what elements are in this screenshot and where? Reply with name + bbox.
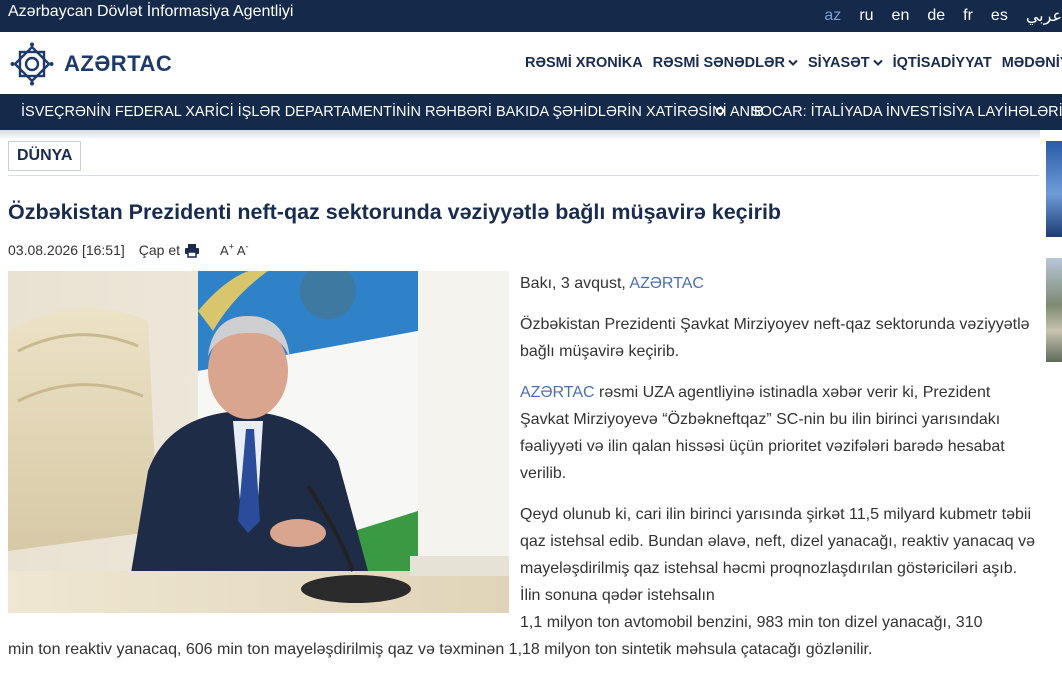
font-size-controls: A+ A- — [220, 242, 249, 258]
lang-ru[interactable]: ru — [859, 7, 873, 25]
nav-medeniyyet[interactable]: MƏDƏNİYYƏT — [1002, 55, 1062, 71]
source-link[interactable]: AZƏRTAC — [520, 384, 595, 401]
nav-label: MƏDƏNİYYƏT — [1001, 55, 1062, 71]
article-body: Bakı, 3 avqust, AZƏRTAC Özbəkistan Prezi… — [8, 270, 1040, 658]
printer-icon — [185, 243, 200, 258]
nav-label: RƏSMİ SƏNƏDLƏR — [652, 55, 786, 71]
agency-name: Azərbaycan Dövlət İnformasiya Agentliyi — [8, 3, 294, 20]
nav-resmi-xronika[interactable]: RƏSMİ XRONİKA — [525, 55, 643, 71]
article-dateline: Bakı, 3 avqust, AZƏRTAC — [520, 270, 1040, 297]
site-header: AZƏRTAC RƏSMİ XRONİKA RƏSMİ SƏNƏDLƏR SİY… — [0, 32, 1062, 94]
sidebar-thumbnail[interactable] — [1046, 258, 1062, 362]
article-photo — [8, 271, 509, 613]
ticker-separator-icon — [716, 107, 724, 115]
article-paragraph: Qeyd olunub ki, cari ilin birinci yarısı… — [8, 501, 1040, 658]
lang-en[interactable]: en — [892, 7, 910, 25]
sidebar-thumbnail[interactable] — [1046, 141, 1062, 237]
ticker-item[interactable]: İSVEÇRƏNİN FEDERAL XARİCİ İŞLƏR DEPARTAM… — [21, 104, 764, 120]
font-increase-button[interactable]: A+ — [220, 242, 234, 259]
font-decrease-button[interactable]: A- — [236, 242, 249, 259]
azertac-emblem-icon — [10, 42, 54, 86]
font-decrease-label: A — [236, 243, 246, 259]
article-datetime: 03.08.2026 [16:51] — [8, 242, 125, 258]
language-switcher: az ru en de fr es عربي — [806, 0, 1062, 32]
article-title: Özbəkistan Prezidenti neft-qaz sektorund… — [8, 200, 782, 224]
main-nav: RƏSMİ XRONİKA RƏSMİ SƏNƏDLƏR SİYASƏT İQT… — [525, 32, 1062, 94]
print-label: Çap et — [138, 242, 181, 258]
print-button[interactable]: Çap et — [139, 242, 200, 258]
paragraph-text: min ton reaktiv yanacaq, 606 min ton may… — [8, 641, 873, 658]
brand-name: AZƏRTAC — [64, 51, 173, 76]
news-ticker: İSVEÇRƏNİN FEDERAL XARİCİ İŞLƏR DEPARTAM… — [0, 94, 1062, 130]
lang-az[interactable]: az — [824, 7, 841, 25]
top-bar: Azərbaycan Dövlət İnformasiya Agentliyi … — [0, 0, 1062, 32]
article-photo-image — [8, 271, 509, 613]
divider — [8, 175, 1039, 176]
nav-resmi-senedler[interactable]: RƏSMİ SƏNƏDLƏR — [653, 55, 798, 71]
header-shadow — [0, 130, 1040, 140]
lang-es[interactable]: es — [991, 7, 1008, 25]
nav-label: RƏSMİ XRONİKA — [525, 55, 643, 71]
site-logo[interactable]: AZƏRTAC — [10, 42, 172, 86]
font-increase-label: A — [220, 243, 229, 259]
nav-label: İQTİSADİYYAT — [892, 55, 992, 71]
nav-siyaset[interactable]: SİYASƏT — [808, 55, 883, 71]
paragraph-text: 1,1 milyon ton avtomobil benzini, 983 mi… — [520, 614, 983, 631]
category-badge[interactable]: DÜNYA — [8, 141, 82, 171]
chevron-down-icon — [788, 59, 798, 66]
source-link[interactable]: AZƏRTAC — [629, 275, 704, 292]
article-paragraph: Özbəkistan Prezidenti Şavkat Mirziyoyev … — [520, 316, 1030, 360]
ticker-item[interactable]: SOCAR: İTALİYADA İNVESTİSİYA LAYİHƏLƏRİ … — [751, 104, 1062, 120]
chevron-down-icon — [872, 59, 883, 66]
nav-iqtisadiyyat[interactable]: İQTİSADİYYAT — [893, 55, 992, 71]
lang-de[interactable]: de — [927, 7, 945, 25]
article-meta: 03.08.2026 [16:51] Çap et A+ A- — [8, 241, 249, 259]
dateline-text: Bakı, 3 avqust, — [520, 275, 630, 292]
lang-fr[interactable]: fr — [963, 7, 973, 25]
paragraph-text: Qeyd olunub ki, cari ilin birinci yarısı… — [520, 506, 1035, 604]
lang-ar[interactable]: عربي — [1026, 6, 1062, 26]
article-paragraph: AZƏRTAC rəsmi UZA agentliyinə istinadla … — [520, 379, 1040, 487]
nav-label: SİYASƏT — [808, 55, 870, 71]
